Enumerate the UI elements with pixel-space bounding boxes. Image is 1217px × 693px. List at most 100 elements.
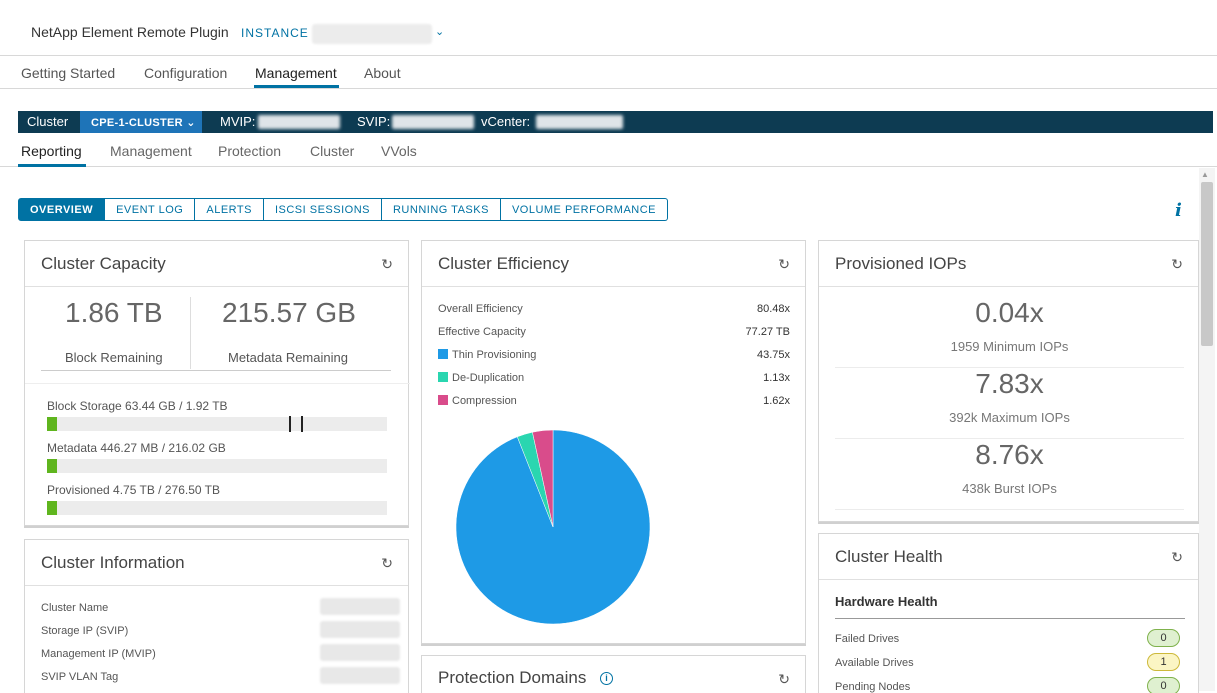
cluster-efficiency-card: Cluster Efficiency ↻ Overall Efficiency … <box>421 240 806 644</box>
tab-management[interactable]: Management <box>255 65 337 81</box>
pill-running-tasks[interactable]: RUNNING TASKS <box>381 198 501 221</box>
de-duplication-row: De-Duplication 1.13x <box>438 372 790 384</box>
mvip-value <box>258 115 340 129</box>
card-header: Provisioned IOPs ↻ <box>819 241 1198 287</box>
subtab-vvols[interactable]: VVols <box>381 143 417 159</box>
metadata-remaining-label: Metadata Remaining <box>228 350 348 365</box>
pending-nodes-badge[interactable]: 0 <box>1147 677 1180 693</box>
block-remaining-value: 1.86 TB <box>65 297 163 328</box>
effective-capacity-row: Effective Capacity 77.27 TB <box>438 326 790 338</box>
min-iops-label: 1959 Minimum IOPs <box>950 339 1069 354</box>
provisioned-iops-card: Provisioned IOPs ↻ 0.04x 1959 Minimum IO… <box>818 240 1199 522</box>
card-title: Cluster Efficiency <box>438 254 570 273</box>
pending-nodes-label: Pending Nodes <box>835 681 911 693</box>
burst-iops-label: 438k Burst IOPs <box>962 481 1057 496</box>
tab-configuration[interactable]: Configuration <box>144 65 227 81</box>
available-drives-label: Available Drives <box>835 657 914 669</box>
row-value: 1.62x <box>763 395 790 407</box>
hardware-health-title: Hardware Health <box>835 594 938 609</box>
provisioned-bar <box>47 501 387 515</box>
provisioned-label: Provisioned 4.75 TB / 276.50 TB <box>47 483 220 497</box>
row-label: Effective Capacity <box>438 326 526 338</box>
available-drives-badge[interactable]: 1 <box>1147 653 1180 671</box>
top-bar: NetApp Element Remote Plugin INSTANCE ⌄ <box>0 0 1217 56</box>
mvip-label: Management IP (MVIP) <box>41 648 156 660</box>
subtab-cluster[interactable]: Cluster <box>310 143 354 159</box>
cluster-name: CPE-1-CLUSTER <box>91 117 183 129</box>
provisioned-fill <box>47 501 57 515</box>
scrollbar-thumb[interactable] <box>1201 182 1213 346</box>
subtab-protection[interactable]: Protection <box>218 143 281 159</box>
row-value: 43.75x <box>756 349 790 361</box>
legend-swatch <box>438 395 448 405</box>
row-value: 80.48x <box>756 303 790 315</box>
threshold-marker <box>301 416 303 432</box>
refresh-icon[interactable]: ↻ <box>1171 549 1183 566</box>
divider <box>41 370 391 371</box>
main-nav: Getting Started Configuration Management… <box>0 56 1217 89</box>
card-header: Cluster Information ↻ <box>25 540 408 586</box>
pill-volume-performance[interactable]: VOLUME PERFORMANCE <box>500 198 669 221</box>
mvip-label: MVIP: <box>220 114 256 129</box>
vcenter-label: vCenter: <box>481 114 531 129</box>
chevron-down-icon[interactable]: ⌄ <box>435 25 444 38</box>
min-iops-ratio: 0.04x <box>975 297 1044 328</box>
pill-iscsi-sessions[interactable]: ISCSI SESSIONS <box>263 198 382 221</box>
metadata-bar <box>47 459 387 473</box>
card-title: Cluster Capacity <box>41 254 166 273</box>
subtab-management[interactable]: Management <box>110 143 192 159</box>
row-label: Compression <box>452 395 517 407</box>
instance-selector[interactable] <box>312 24 432 44</box>
cluster-information-card: Cluster Information ↻ Cluster Name Stora… <box>24 539 409 693</box>
tab-about[interactable]: About <box>364 65 401 81</box>
protection-domains-card: Protection Domains i ↻ <box>421 655 806 693</box>
refresh-icon[interactable]: ↻ <box>1171 256 1183 273</box>
card-header: Cluster Efficiency ↻ <box>422 241 805 287</box>
active-tab-indicator <box>254 85 339 88</box>
cluster-select-button[interactable]: CPE-1-CLUSTER ⌄ <box>80 111 202 133</box>
max-iops-ratio: 7.83x <box>975 368 1044 399</box>
legend-swatch <box>438 349 448 359</box>
divider <box>190 297 191 369</box>
info-circle-icon[interactable]: i <box>600 672 613 685</box>
refresh-icon[interactable]: ↻ <box>381 256 393 273</box>
card-header: Cluster Capacity ↻ <box>25 241 408 287</box>
info-icon[interactable]: i <box>1175 200 1182 221</box>
refresh-icon[interactable]: ↻ <box>381 555 393 572</box>
pill-alerts[interactable]: ALERTS <box>195 198 264 221</box>
subtab-reporting[interactable]: Reporting <box>21 143 82 159</box>
app-title: NetApp Element Remote Plugin <box>31 24 229 40</box>
tab-getting-started[interactable]: Getting Started <box>21 65 115 81</box>
row-value: 77.27 TB <box>745 326 790 338</box>
block-storage-fill <box>47 417 58 431</box>
metadata-fill <box>47 459 57 473</box>
svip-vlan-value <box>320 667 400 684</box>
row-label: De-Duplication <box>452 372 525 384</box>
cluster-label: Cluster <box>27 114 69 129</box>
efficiency-pie-chart <box>455 429 651 625</box>
failed-drives-label: Failed Drives <box>835 633 900 645</box>
block-storage-bar <box>47 416 387 432</box>
metadata-remaining-value: 215.57 GB <box>222 297 356 328</box>
svip-value <box>320 621 400 638</box>
block-remaining-label: Block Remaining <box>65 350 163 365</box>
compression-row: Compression 1.62x <box>438 395 790 407</box>
row-value: 1.13x <box>763 372 790 384</box>
block-storage-label: Block Storage 63.44 GB / 1.92 TB <box>47 399 228 413</box>
failed-drives-badge[interactable]: 0 <box>1147 629 1180 647</box>
metadata-label: Metadata 446.27 MB / 216.02 GB <box>47 441 226 455</box>
instance-label: INSTANCE <box>241 26 309 40</box>
pill-event-log[interactable]: EVENT LOG <box>105 198 196 221</box>
svip-label: Storage IP (SVIP) <box>41 625 129 637</box>
scroll-up-icon[interactable]: ▲ <box>1201 170 1209 179</box>
refresh-icon[interactable]: ↻ <box>778 256 790 273</box>
svip-vlan-label: SVIP VLAN Tag <box>41 671 119 683</box>
card-title: Protection Domains <box>438 668 587 687</box>
refresh-icon[interactable]: ↻ <box>778 671 790 688</box>
pill-overview[interactable]: OVERVIEW <box>18 198 106 221</box>
chevron-down-icon: ⌄ <box>186 117 196 129</box>
vcenter-value <box>536 115 623 129</box>
active-subtab-indicator <box>18 164 86 167</box>
divider <box>835 618 1185 619</box>
card-title: Cluster Health <box>835 547 943 566</box>
